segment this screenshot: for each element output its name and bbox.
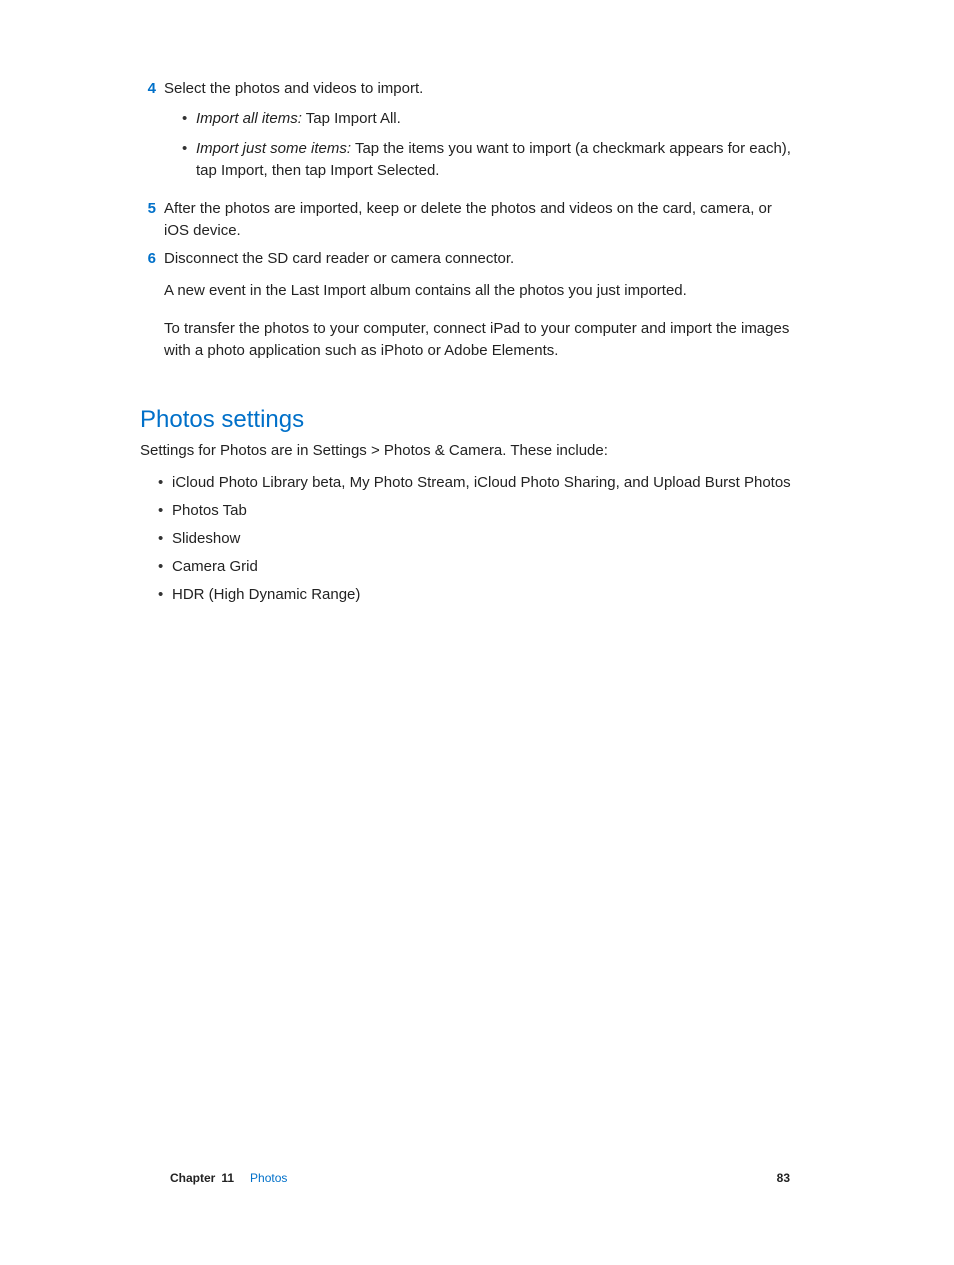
step-number: 4 [140, 78, 164, 192]
step-number: 5 [140, 198, 164, 242]
step-4-sublist: • Import all items: Tap Import All. • Im… [164, 108, 800, 182]
list-item: • Photos Tab [140, 500, 800, 522]
bullet-icon: • [158, 500, 172, 522]
list-item: • HDR (High Dynamic Range) [140, 584, 800, 606]
list-text: iCloud Photo Library beta, My Photo Stre… [172, 472, 791, 494]
settings-list: • iCloud Photo Library beta, My Photo St… [140, 472, 800, 606]
step-4: 4 Select the photos and videos to import… [140, 78, 800, 192]
step-text: After the photos are imported, keep or d… [164, 198, 800, 242]
step-text: Select the photos and videos to import. … [164, 78, 800, 192]
section-heading-photos-settings: Photos settings [140, 406, 800, 434]
step-6-para-2: To transfer the photos to your computer,… [164, 318, 800, 362]
list-text: Photos Tab [172, 500, 247, 522]
bullet-icon: • [158, 556, 172, 578]
step-number: 6 [140, 248, 164, 270]
bullet-icon: • [158, 528, 172, 550]
sub-em: Import just some items: [196, 140, 351, 157]
list-item: • Slideshow [140, 528, 800, 550]
step-6: 6 Disconnect the SD card reader or camer… [140, 248, 800, 270]
footer-page-number: 83 [777, 1171, 790, 1185]
list-item: • Camera Grid [140, 556, 800, 578]
sub-em: Import all items: [196, 110, 302, 127]
bullet-icon: • [182, 108, 196, 130]
step-4-text: Select the photos and videos to import. [164, 80, 423, 97]
sub-item: • Import just some items: Tap the items … [164, 138, 800, 182]
footer-chapter-name: Photos [250, 1171, 287, 1185]
page: 4 Select the photos and videos to import… [0, 0, 954, 1265]
bullet-icon: • [158, 584, 172, 606]
bullet-icon: • [158, 472, 172, 494]
sub-body: Import all items: Tap Import All. [196, 108, 401, 130]
footer-chapter-label: Chapter [170, 1171, 215, 1185]
step-text: Disconnect the SD card reader or camera … [164, 248, 514, 270]
list-item: • iCloud Photo Library beta, My Photo St… [140, 472, 800, 494]
bullet-icon: • [182, 138, 196, 182]
sub-item: • Import all items: Tap Import All. [164, 108, 800, 130]
footer-left: Chapter 11 Photos [170, 1171, 287, 1185]
footer-chapter-number: 11 [221, 1171, 234, 1185]
content-area: 4 Select the photos and videos to import… [140, 78, 800, 612]
step-6-para-1: A new event in the Last Import album con… [164, 280, 800, 302]
sub-body: Import just some items: Tap the items yo… [196, 138, 800, 182]
step-5: 5 After the photos are imported, keep or… [140, 198, 800, 242]
list-text: Slideshow [172, 528, 240, 550]
sub-rest: Tap Import All. [302, 110, 401, 127]
list-text: Camera Grid [172, 556, 258, 578]
page-footer: Chapter 11 Photos 83 [170, 1171, 790, 1185]
section-intro: Settings for Photos are in Settings > Ph… [140, 440, 800, 462]
list-text: HDR (High Dynamic Range) [172, 584, 360, 606]
